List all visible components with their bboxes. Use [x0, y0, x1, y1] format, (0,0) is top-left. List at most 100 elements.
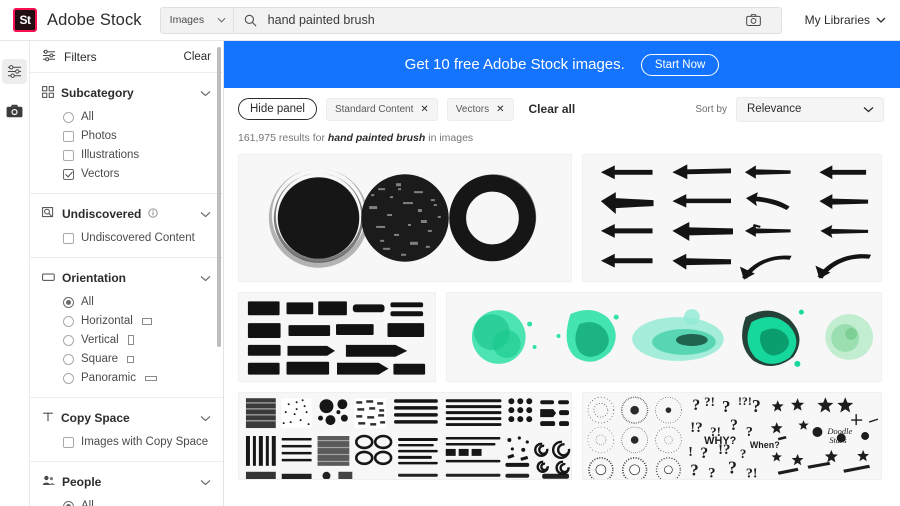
brand[interactable]: St Adobe Stock — [0, 8, 142, 32]
svg-text:!: ! — [688, 445, 693, 460]
option-label: Undiscovered Content — [81, 232, 195, 244]
radio-control[interactable] — [63, 372, 74, 384]
option-orientation-panoramic[interactable]: Panoramic — [63, 371, 211, 385]
option-label: Vectors — [81, 168, 120, 180]
sort-select[interactable]: Relevance — [736, 96, 884, 122]
results-row: ??! ?!?! ? !??! ?? !? !?? ?? ??! WHY? Wh… — [238, 392, 884, 480]
svg-text:?: ? — [752, 396, 761, 416]
radio-control[interactable] — [63, 111, 74, 123]
checkbox-control[interactable] — [63, 130, 74, 142]
promo-banner: Get 10 free Adobe Stock images. Start No… — [224, 41, 900, 88]
checkbox-control[interactable] — [63, 232, 74, 244]
option-label: Horizontal — [81, 315, 133, 327]
checkbox-control[interactable] — [63, 149, 74, 161]
thumb-art: ??! ?!?! ? !??! ?? !? !?? ?? ??! WHY? Wh… — [587, 394, 879, 480]
chip-vectors[interactable]: Vectors ✕ — [446, 97, 514, 121]
option-orientation-horizontal[interactable]: Horizontal — [63, 314, 211, 328]
panoramic-shape-icon — [144, 375, 157, 381]
vertical-shape-icon — [127, 335, 134, 345]
rectangle-icon — [42, 271, 55, 285]
result-grunge-texture-patterns[interactable] — [238, 392, 572, 480]
filter-section-undiscovered: Undiscovered Undiscovered Content — [30, 194, 223, 258]
option-subcategory-vectors[interactable]: Vectors — [63, 167, 211, 181]
option-people-all[interactable]: All — [63, 499, 211, 506]
chevron-down-icon[interactable] — [200, 84, 211, 102]
chevron-down-icon[interactable] — [200, 409, 211, 427]
rail-camera-icon[interactable] — [2, 98, 27, 123]
clear-all-button[interactable]: Clear all — [529, 102, 576, 116]
result-brush-arrows[interactable] — [582, 154, 882, 282]
chevron-down-icon[interactable] — [200, 473, 211, 491]
option-orientation-square[interactable]: Square — [63, 352, 211, 366]
svg-text:!?: !? — [690, 420, 702, 436]
start-now-button[interactable]: Start Now — [640, 53, 720, 76]
search-field[interactable]: hand painted brush — [232, 6, 782, 34]
svg-text:?!: ?! — [746, 467, 758, 480]
results-row — [238, 292, 884, 382]
filters-sidebar: Filters Clear Subcategory All Photos Ill… — [30, 41, 224, 506]
option-label: All — [81, 500, 94, 506]
main-content: Get 10 free Adobe Stock images. Start No… — [224, 41, 900, 506]
filter-chips-bar: Hide panel Standard Content ✕ Vectors ✕ … — [224, 88, 900, 130]
checkbox-control[interactable] — [63, 168, 74, 180]
rail-filters-icon[interactable] — [2, 59, 27, 84]
search-bar: Images hand painted brush — [159, 6, 782, 34]
option-subcategory-illustrations[interactable]: Illustrations — [63, 148, 211, 162]
section-title: Subcategory — [61, 86, 134, 100]
option-label: Photos — [81, 130, 117, 142]
thumb-art — [600, 164, 872, 280]
clear-filters-button[interactable]: Clear — [184, 51, 211, 63]
people-icon — [42, 475, 55, 489]
close-icon[interactable]: ✕ — [496, 104, 504, 115]
option-subcategory-photos[interactable]: Photos — [63, 129, 211, 143]
filter-section-people: People All Include people Exclude people — [30, 462, 223, 506]
adobe-stock-search-page: St Adobe Stock Images hand painted brush — [0, 0, 900, 506]
option-orientation-all[interactable]: All — [63, 295, 211, 309]
option-label: Panoramic — [81, 372, 136, 384]
results-query: hand painted brush — [327, 132, 426, 144]
chip-standard-content[interactable]: Standard Content ✕ — [325, 97, 438, 121]
filters-header: Filters Clear — [30, 41, 223, 73]
text-icon — [42, 411, 54, 426]
thumb-art — [471, 309, 874, 367]
radio-control[interactable] — [63, 353, 74, 365]
radio-control[interactable] — [63, 296, 74, 308]
svg-text:?: ? — [740, 446, 746, 461]
option-subcategory-all[interactable]: All — [63, 110, 211, 124]
radio-control[interactable] — [63, 334, 74, 346]
svg-text:?: ? — [700, 445, 708, 462]
my-libraries-menu[interactable]: My Libraries — [805, 13, 886, 27]
results-count-line: 161,975 results for hand painted brush i… — [224, 130, 900, 154]
svg-text:?: ? — [730, 417, 738, 434]
result-black-brush-strokes[interactable] — [238, 292, 436, 382]
option-label: Images with Copy Space — [81, 436, 209, 448]
section-title: People — [62, 475, 102, 489]
camera-icon[interactable] — [741, 10, 767, 30]
chip-label: Standard Content — [334, 103, 414, 115]
radio-control[interactable] — [63, 315, 74, 327]
radio-control[interactable] — [63, 500, 74, 506]
filter-section-copy-space: Copy Space Images with Copy Space — [30, 398, 223, 462]
chevron-down-icon[interactable] — [200, 205, 211, 223]
svg-text:?!: ?! — [704, 394, 715, 409]
chevron-down-icon — [217, 17, 226, 23]
close-icon[interactable]: ✕ — [420, 104, 428, 115]
search-input[interactable]: hand painted brush — [268, 13, 741, 27]
hide-panel-button[interactable]: Hide panel — [238, 98, 317, 120]
search-type-select[interactable]: Images — [159, 6, 233, 34]
checkbox-control[interactable] — [63, 436, 74, 448]
svg-text:?: ? — [722, 397, 730, 416]
svg-text:?: ? — [690, 461, 698, 480]
sidebar-scrollbar[interactable] — [217, 47, 221, 347]
section-title: Copy Space — [61, 411, 130, 425]
option-undiscovered-content[interactable]: Undiscovered Content — [63, 231, 211, 245]
result-green-watercolor-blots[interactable] — [446, 292, 882, 382]
info-icon[interactable] — [148, 207, 159, 221]
section-title: Orientation — [62, 271, 127, 285]
result-doodle-stars-marks[interactable]: ??! ?!?! ? !??! ?? !? !?? ?? ??! WHY? Wh… — [582, 392, 882, 480]
option-orientation-vertical[interactable]: Vertical — [63, 333, 211, 347]
result-black-brush-circles[interactable] — [238, 154, 572, 282]
option-images-with-copy-space[interactable]: Images with Copy Space — [63, 435, 211, 449]
svg-text:WHY?: WHY? — [704, 435, 736, 447]
chevron-down-icon[interactable] — [200, 269, 211, 287]
